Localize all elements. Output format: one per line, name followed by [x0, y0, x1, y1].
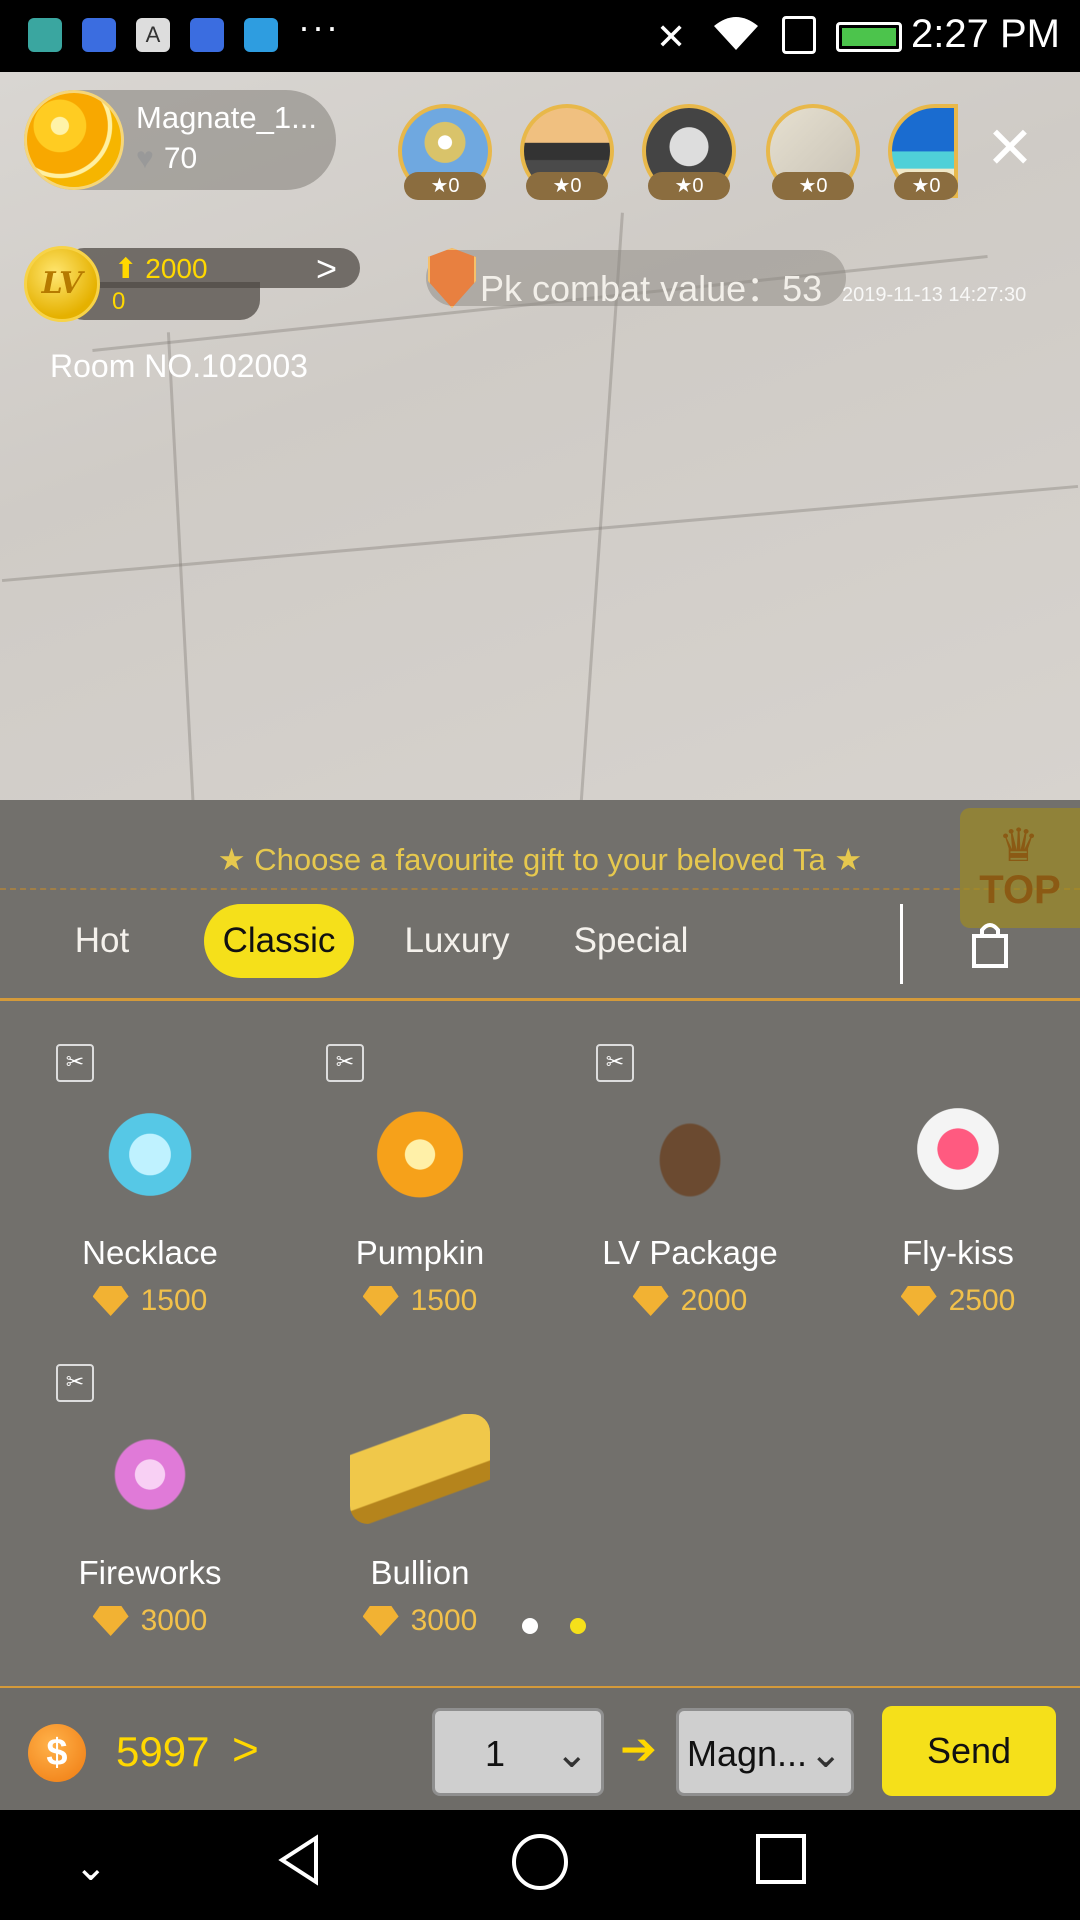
- gift-name: LV Package: [602, 1234, 778, 1271]
- gold-bars-icon: [350, 1414, 490, 1524]
- level-badge-icon: LV: [24, 246, 100, 322]
- coin-balance[interactable]: 5997: [116, 1728, 209, 1776]
- host-info-card[interactable]: Magnate_1... ♥ 70: [24, 90, 336, 190]
- close-button[interactable]: ×: [972, 109, 1048, 188]
- gift-item-bullion[interactable]: Bullion 3000: [310, 1364, 530, 1654]
- receiver-select[interactable]: Magn... ⌄: [676, 1708, 854, 1796]
- gift-item-fly-kiss[interactable]: Fly-kiss 2500: [848, 1044, 1068, 1334]
- pumpkin-icon: [365, 1094, 475, 1204]
- quantity-select[interactable]: 1 ⌄: [432, 1708, 604, 1796]
- diamond-icon: [900, 1286, 937, 1316]
- heart-icon: ♥: [136, 142, 154, 175]
- panel-title: ★ Choose a favourite gift to your belove…: [217, 842, 863, 877]
- level-current: 0: [112, 288, 126, 315]
- quantity-value: 1: [485, 1733, 506, 1774]
- baidu-icon: [190, 18, 224, 52]
- back-icon[interactable]: [272, 1832, 328, 1893]
- gift-item-lv-package[interactable]: ✂ LV Package 2000: [580, 1044, 800, 1334]
- more-notifications-icon: ···: [298, 6, 340, 47]
- room-number: Room NO.102003: [50, 348, 308, 384]
- android-icon: [28, 18, 62, 52]
- page-indicator-dot-active[interactable]: [570, 1618, 586, 1634]
- host-avatar[interactable]: [24, 90, 124, 190]
- gift-name: Necklace: [82, 1234, 218, 1271]
- level-points: ⬆ 2000: [114, 253, 208, 284]
- receiver-value: Magn...: [687, 1733, 808, 1774]
- handbag-icon: [635, 1094, 745, 1204]
- gift-item-necklace[interactable]: ✂ Necklace 1500: [40, 1044, 260, 1334]
- host-name: Magnate_1...: [136, 100, 317, 135]
- host-likes: ♥ 70: [136, 142, 197, 176]
- sticker-icon: ✂: [326, 1044, 364, 1082]
- host-likes-count: 70: [163, 142, 198, 175]
- diamond-icon: [362, 1286, 399, 1316]
- chevron-right-icon[interactable]: >: [316, 248, 337, 290]
- tab-underline: [0, 998, 1080, 1001]
- fireworks-icon: [95, 1414, 205, 1524]
- top-label: TOP: [979, 868, 1061, 912]
- tab-hot[interactable]: Hot: [52, 904, 152, 978]
- heart-necklace-icon: [95, 1094, 205, 1204]
- viewer-star-badge: ★0: [772, 172, 854, 200]
- gift-item-pumpkin[interactable]: ✂ Pumpkin 1500: [310, 1044, 530, 1334]
- shopping-bag-icon[interactable]: [968, 920, 1012, 970]
- recents-icon[interactable]: [754, 1832, 808, 1891]
- viewer-star-badge: ★0: [648, 172, 730, 200]
- viewer-star-badge: ★0: [404, 172, 486, 200]
- wifi-icon: [710, 14, 762, 54]
- sticker-icon: ✂: [596, 1044, 634, 1082]
- crown-icon: ♛: [998, 819, 1040, 871]
- diamond-icon: [632, 1286, 669, 1316]
- coin-icon: $: [28, 1724, 86, 1782]
- tab-luxury[interactable]: Luxury: [396, 904, 518, 978]
- mute-icon: ✕: [656, 16, 687, 57]
- chevron-down-icon: ⌄: [809, 1732, 843, 1776]
- sticker-icon: ✂: [56, 1044, 94, 1082]
- home-icon[interactable]: [510, 1832, 570, 1897]
- navigation-bar: ⌄: [0, 1810, 1080, 1920]
- chevron-down-icon[interactable]: ⌄: [74, 1844, 108, 1890]
- gift-price: 2500: [848, 1284, 1068, 1318]
- level-widget[interactable]: LV ⬆ 2000 0 >: [24, 246, 360, 324]
- diamond-icon: [92, 1286, 129, 1316]
- arrow-right-icon: ➔: [620, 1725, 657, 1774]
- status-bar: A ··· ✕ 2:27 PM: [0, 0, 1080, 72]
- pk-combat-value: Pk combat value：53: [480, 268, 823, 309]
- viewer-star-badge: ★0: [526, 172, 608, 200]
- gift-name: Bullion: [370, 1554, 470, 1591]
- sticker-icon: ✂: [56, 1364, 94, 1402]
- star-icon: ★: [834, 842, 863, 877]
- baidu-icon: [82, 18, 116, 52]
- sim-icon: [782, 16, 816, 54]
- timestamp: 2019-11-13 14:27:30: [842, 284, 1027, 306]
- diamond-icon: [92, 1606, 129, 1636]
- telegram-icon: [244, 18, 278, 52]
- font-icon: A: [136, 18, 170, 52]
- gift-price: 3000: [40, 1604, 260, 1638]
- tab-divider: [900, 904, 903, 984]
- gift-price: 3000: [310, 1604, 530, 1638]
- gift-name: Pumpkin: [355, 1234, 485, 1271]
- gift-price: 1500: [40, 1284, 260, 1318]
- gift-item-fireworks[interactable]: ✂ Fireworks 3000: [40, 1364, 260, 1654]
- tab-classic[interactable]: Classic: [204, 904, 354, 978]
- diamond-icon: [362, 1606, 399, 1636]
- gift-name: Fly-kiss: [902, 1234, 1014, 1271]
- send-button[interactable]: Send: [882, 1706, 1056, 1796]
- tab-special[interactable]: Special: [566, 904, 696, 978]
- top-button[interactable]: ♛ TOP: [960, 808, 1080, 928]
- chevron-right-icon[interactable]: >: [232, 1722, 259, 1776]
- battery-icon: [836, 22, 902, 52]
- viewer-star-badge: ★0: [894, 172, 958, 200]
- gift-name: Fireworks: [78, 1554, 222, 1591]
- gift-price: 1500: [310, 1284, 530, 1318]
- page-indicator-dot[interactable]: [522, 1618, 538, 1634]
- clock: 2:27 PM: [911, 12, 1060, 56]
- divider: [0, 888, 1080, 890]
- winged-lips-icon: [903, 1094, 1013, 1204]
- gift-price: 2000: [580, 1284, 800, 1318]
- send-bar: $ 5997 > 1 ⌄ ➔ Magn... ⌄ Send: [0, 1686, 1080, 1810]
- chevron-down-icon: ⌄: [555, 1732, 589, 1776]
- star-icon: ★: [217, 842, 246, 877]
